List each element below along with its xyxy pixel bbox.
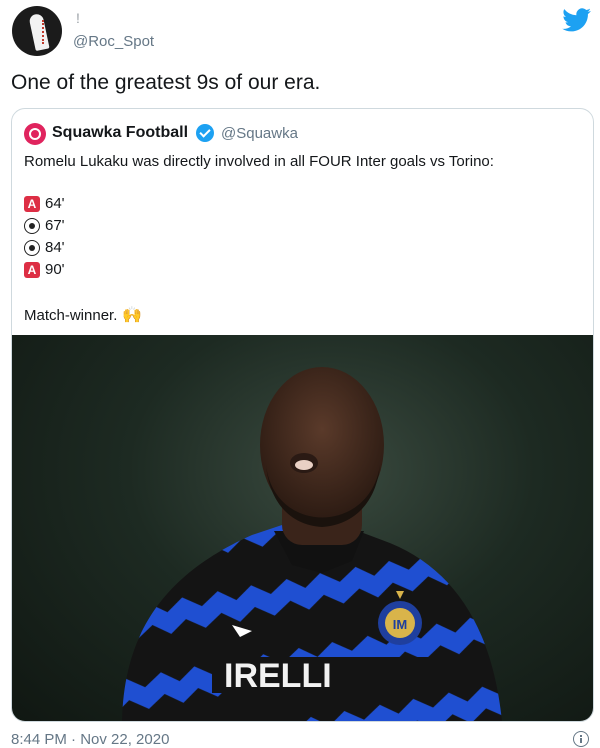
verified-badge-icon [196, 124, 214, 142]
kit-sponsor-text: IRELLI [224, 657, 332, 695]
quoted-author-name[interactable]: Squawka Football [52, 124, 188, 142]
quoted-text: Romelu Lukaku was directly involved in a… [24, 153, 494, 170]
event-row: A 64' [24, 195, 65, 212]
event-row: 67' [24, 217, 65, 234]
player-photo[interactable]: IM IRELLI [12, 335, 593, 721]
avatar-scribble [42, 20, 54, 44]
soccer-ball-icon [24, 217, 40, 234]
player-illustration: IM IRELLI [122, 367, 502, 721]
event-row: 84' [24, 239, 65, 256]
quoted-tweet[interactable]: Squawka Football @Squawka Romelu Lukaku … [11, 108, 594, 722]
closing-line: Match-winner. 🙌 [24, 305, 142, 325]
tweet-text: One of the greatest 9s of our era. [11, 71, 321, 94]
raised-hands-emoji: 🙌 [122, 307, 143, 324]
svg-text:IM: IM [393, 617, 407, 632]
tweet-timestamp[interactable]: 8:44 PM · Nov 22, 2020 [11, 731, 169, 748]
closing-text: Match-winner. [24, 306, 118, 324]
author-avatar[interactable] [12, 6, 62, 56]
event-minute: 67' [45, 217, 65, 234]
event-minute: 64' [45, 195, 65, 212]
event-row: A 90' [24, 261, 65, 278]
author-handle[interactable]: @Roc_Spot [73, 33, 154, 50]
event-minute: 90' [45, 261, 65, 278]
quoted-author-handle[interactable]: @Squawka [221, 125, 298, 142]
tweet-card: ! @Roc_Spot One of the greatest 9s of ou… [0, 0, 600, 748]
soccer-ball-icon [24, 239, 40, 256]
author-name[interactable]: ! [76, 10, 80, 26]
assist-icon: A [24, 195, 40, 212]
assist-icon: A [24, 261, 40, 278]
squawka-logo-icon[interactable] [24, 123, 46, 145]
info-icon[interactable] [573, 731, 589, 747]
twitter-bird-icon[interactable] [562, 8, 592, 32]
event-minute: 84' [45, 239, 65, 256]
